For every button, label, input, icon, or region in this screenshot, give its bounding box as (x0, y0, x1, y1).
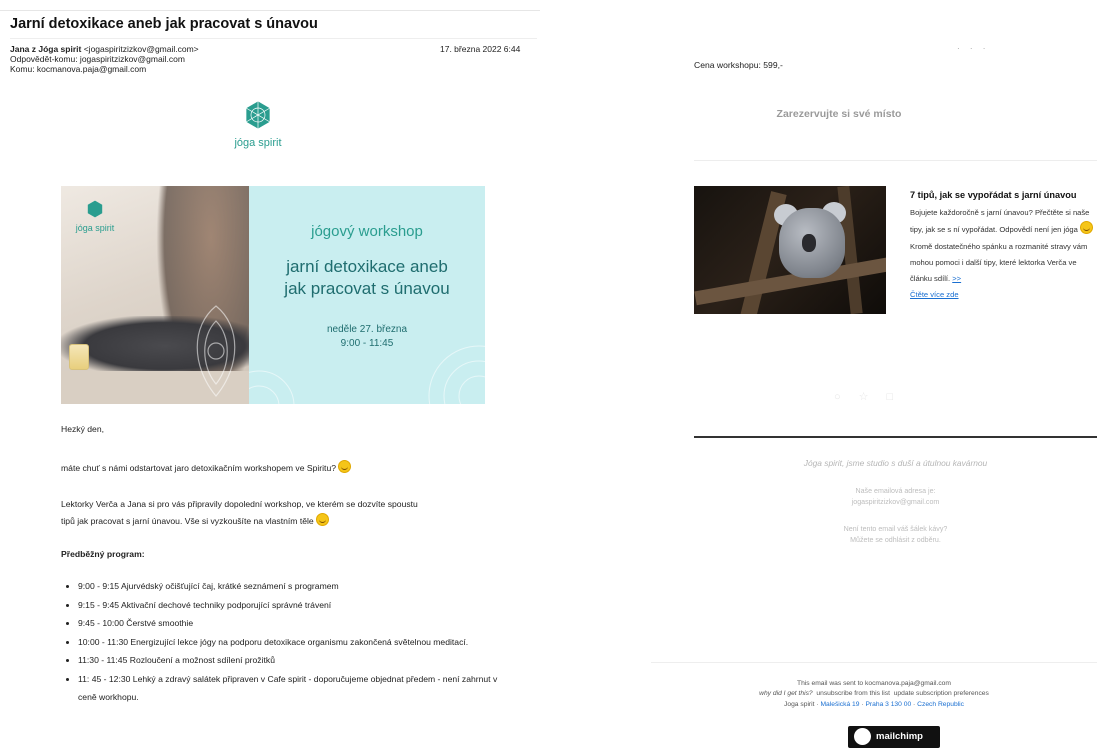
flower-of-life-icon (245, 100, 271, 130)
unsubscribe-link[interactable]: unsubscribe from this list (816, 690, 890, 697)
read-more-link[interactable]: Čtěte více zde (910, 290, 959, 299)
smiley-emoji-icon (1080, 221, 1093, 235)
address-label: Naše emailová adresa je: (855, 487, 936, 495)
header-divider (10, 38, 537, 39)
program-list: 9:00 - 9:15 Ajurvédský očišťující čaj, k… (62, 577, 498, 707)
reply-to: Odpovědět-komu: jogaspiritzizkov@gmail.c… (10, 54, 185, 64)
mailchimp-badge[interactable]: mailchimp (848, 726, 940, 748)
flower-of-life-icon (87, 200, 103, 218)
program-item: 10:00 - 11:30 Energizující lekce jógy na… (78, 633, 498, 652)
yoga-photo: jóga spirit (61, 186, 249, 404)
sender-address[interactable]: <jogaspiritzizkov@gmail.com> (84, 44, 199, 54)
smiley-emoji-icon (316, 513, 330, 526)
lecturers-text: Lektorky Verča a Jana si pro vás připrav… (61, 496, 481, 530)
top-divider (0, 10, 540, 11)
mailchimp-footer: This email was sent to kocmanova.paja@gm… (651, 679, 1097, 710)
mailchimp-label: mailchimp (876, 731, 923, 742)
lecturers-line: Lektorky Verča a Jana si pro vás připrav… (61, 499, 418, 509)
social-icons: ○☆□ (834, 390, 911, 403)
hero-logo: jóga spirit (75, 200, 115, 233)
hero-date-day: neděle 27. března (326, 324, 408, 335)
hero-banner[interactable]: jóga spirit jógový workshop jarní detoxi… (61, 186, 485, 404)
footer-divider (694, 436, 1097, 438)
mandala-bottom-icon (249, 370, 295, 404)
hero-title-line: jarní detoxikace aneb (286, 257, 448, 276)
hero-title-line: jak pracovat s únavou (284, 279, 450, 298)
program-heading: Předběžný program: (61, 549, 145, 559)
program-item: 9:00 - 9:15 Ajurvédský očišťující čaj, k… (78, 577, 498, 596)
email-date: 17. března 2022 6:44 (440, 44, 521, 54)
koala-nose (802, 234, 816, 252)
org-name: Joga spirit (784, 700, 815, 708)
program-item: 9:45 - 10:00 Čerstvé smoothie (78, 614, 498, 633)
koala-image[interactable] (694, 186, 886, 314)
article-title: 7 tipů, jak se vypořádat s jarní únavou (910, 190, 1077, 200)
reserve-button[interactable]: Zarezervujte si své místo (694, 108, 984, 120)
hero-logo-text: jóga spirit (75, 223, 115, 233)
address-value[interactable]: jogaspiritzizkov@gmail.com (694, 497, 1097, 508)
intro-text: máte chuť s námi odstartovat jaro detoxi… (61, 460, 352, 473)
country-link[interactable]: Czech Republic (917, 701, 964, 708)
mandala-ornament-icon (196, 305, 236, 397)
hero-date-time: 9:00 - 11:45 (340, 338, 394, 349)
article-text-part: Kromě dostatečného spánku a rozmanité st… (910, 241, 1088, 284)
why-link[interactable]: why did I get this? (759, 690, 813, 697)
tea-cup-image (69, 344, 89, 370)
website-icon[interactable]: □ (887, 391, 912, 403)
lecturers-line: tipů jak pracovat s jarní únavou. Vše si… (61, 516, 314, 526)
facebook-icon[interactable]: ○ (834, 391, 859, 403)
recipient: Komu: kocmanova.paja@gmail.com (10, 64, 147, 74)
hero-date: neděle 27. března 9:00 - 11:45 (249, 323, 485, 351)
greeting: Hezký den, (61, 424, 104, 434)
program-item: 11:30 - 11:45 Rozloučení a možnost sdíle… (78, 651, 498, 670)
workshop-price: Cena workshopu: 599,- (694, 60, 783, 70)
program-item: 11: 45 - 12:30 Lehký a zdravý salátek př… (78, 670, 498, 707)
article-text-part: Bojujete každoročně s jarní únavou? Přeč… (910, 208, 1090, 235)
street-link[interactable]: Malešická 19 (820, 701, 859, 708)
smiley-emoji-icon (338, 460, 352, 473)
city-link[interactable]: Praha 3 130 00 (865, 701, 911, 708)
email-address-block: Naše emailová adresa je: jogaspiritzizko… (694, 486, 1097, 508)
instagram-icon[interactable]: ☆ (859, 391, 887, 403)
logo-text: jóga spirit (234, 137, 282, 149)
hero-title: jarní detoxikace aneb jak pracovat s úna… (249, 256, 485, 300)
intro-sentence: máte chuť s námi odstartovat jaro detoxi… (61, 463, 337, 473)
unsubscribe-note-line[interactable]: Můžete se odhlásit z odběru. (694, 535, 1097, 546)
mailchimp-divider (651, 662, 1097, 663)
mandala-corner-icon (428, 345, 485, 404)
section-divider (694, 160, 1097, 161)
read-more-arrow-link[interactable]: >> (952, 274, 961, 283)
unsubscribe-note: Není tento email váš šálek kávy? Můžete … (694, 524, 1097, 546)
unsubscribe-note-line: Není tento email váš šálek kávy? (843, 525, 948, 533)
email-subject: Jarní detoxikace aneb jak pracovat s úna… (10, 16, 318, 32)
studio-tagline: Jóga spirit, jsme studio s duší a útulno… (803, 458, 988, 468)
hero-kicker: jógový workshop (311, 223, 423, 240)
program-item: 9:15 - 9:45 Aktivační dechové techniky p… (78, 596, 498, 615)
article-text: Bojujete každoročně s jarní únavou? Přeč… (910, 205, 1097, 304)
mailchimp-logo-icon (854, 728, 871, 745)
sender-name: Jana z Jóga spirit (10, 44, 82, 54)
sent-to-line: This email was sent to kocmanova.paja@gm… (797, 680, 951, 687)
email-header-meta: Jana z Jóga spirit <jogaspiritzizkov@gma… (10, 44, 199, 74)
update-preferences-link[interactable]: update subscription preferences (894, 690, 989, 697)
brand-logo[interactable]: jóga spirit (233, 100, 283, 149)
ellipsis-dots: · · · (957, 44, 990, 53)
